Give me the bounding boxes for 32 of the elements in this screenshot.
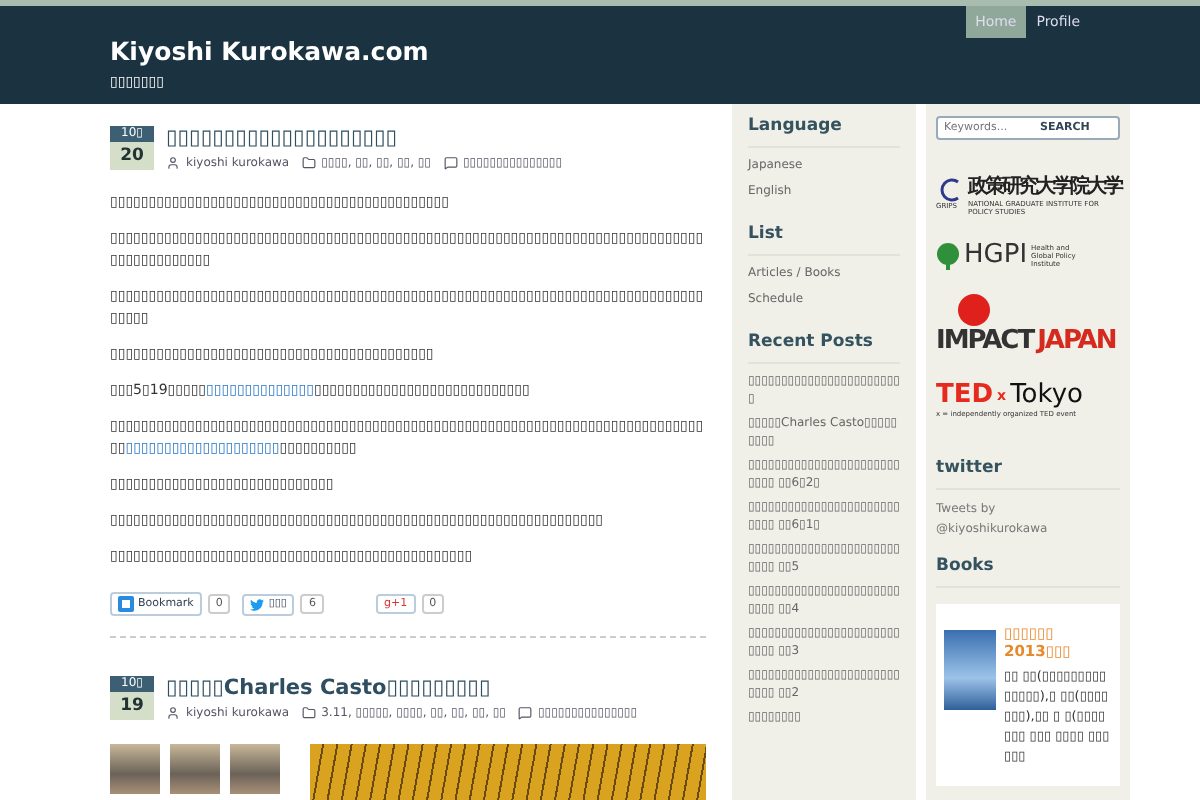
sun-icon <box>952 294 996 326</box>
folder-icon <box>301 706 316 720</box>
photo-placeholder[interactable] <box>170 744 220 794</box>
user-icon <box>166 706 180 720</box>
date-day: 19 <box>110 692 154 720</box>
logo-text: HGPI <box>964 240 1028 270</box>
folder-icon <box>301 156 316 170</box>
logo-text: x <box>997 387 1007 403</box>
logo-text: IMPACT <box>936 326 1034 356</box>
post-title[interactable]: ▯▯▯▯▯▯▯▯▯▯▯▯▯▯▯▯▯▯▯▯ <box>166 126 563 150</box>
comment-icon <box>518 706 532 720</box>
date-day: 20 <box>110 142 154 170</box>
tree-icon <box>936 241 960 269</box>
sidebar-heading: Language <box>748 112 900 148</box>
photo-placeholder[interactable] <box>230 744 280 794</box>
sidebar-heading: Recent Posts <box>748 328 900 364</box>
book-cover[interactable] <box>944 630 996 710</box>
logo-text: JAPAN <box>1037 326 1116 356</box>
post-title[interactable]: ▯▯▯▯▯Charles Casto▯▯▯▯▯▯▯▯▯ <box>166 676 638 700</box>
sidebar-heading: Books <box>936 552 1120 588</box>
bird-icon <box>250 597 265 611</box>
sidebar-heading: List <box>748 220 900 256</box>
user-icon <box>166 156 180 170</box>
comment-icon <box>443 156 457 170</box>
bookmark-icon <box>118 596 134 612</box>
logo-text: TED <box>936 380 994 410</box>
logo-text: 政策研究大学院大学 <box>968 173 1121 200</box>
photo-placeholder[interactable] <box>110 744 160 794</box>
arc-logo-icon <box>936 178 964 202</box>
site-title[interactable]: Kiyoshi Kurokawa.com <box>110 36 429 66</box>
sidebar-heading: twitter <box>936 454 1120 490</box>
logo-text: Tokyo <box>1010 380 1083 410</box>
